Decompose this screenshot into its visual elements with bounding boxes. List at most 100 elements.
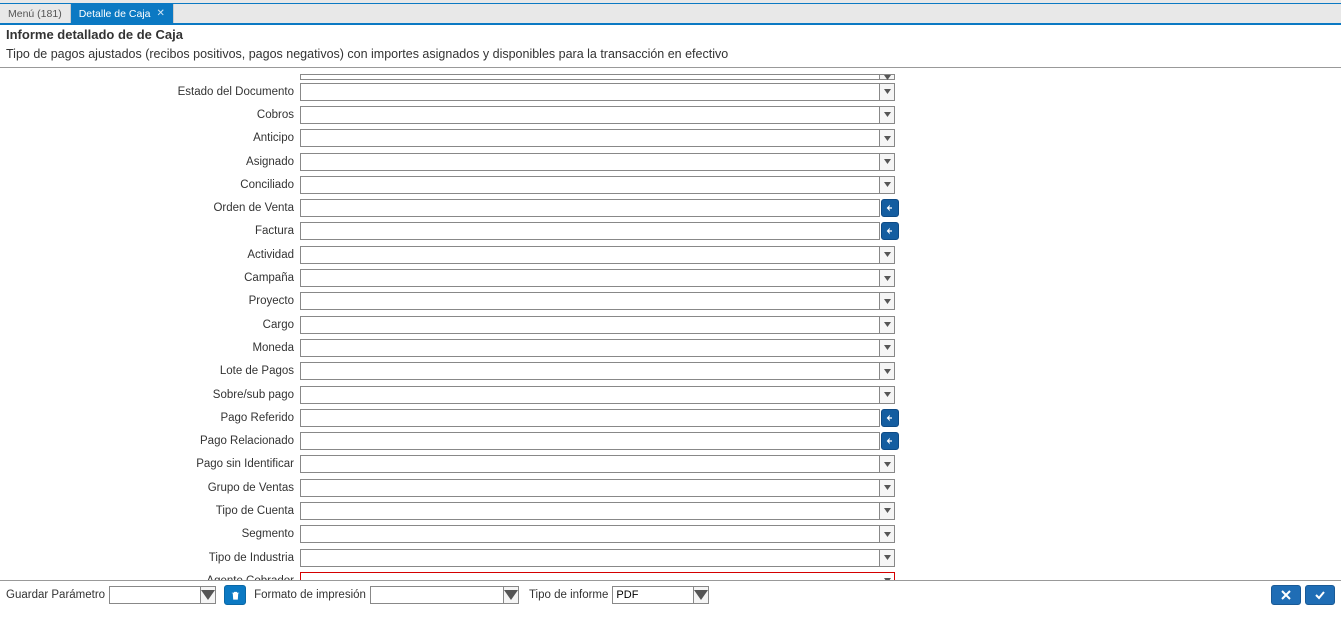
- field-input[interactable]: [300, 269, 880, 287]
- field-input[interactable]: [300, 292, 880, 310]
- confirm-button[interactable]: [1305, 585, 1335, 605]
- delete-button[interactable]: [224, 585, 246, 605]
- form-row: Anticipo: [0, 127, 1341, 150]
- tab-menu-label: Menú (181): [8, 8, 62, 20]
- print-format-label: Formato de impresión: [254, 589, 366, 601]
- form-row: Cargo: [0, 313, 1341, 336]
- field-label: Campaña: [0, 272, 300, 284]
- field-input[interactable]: [300, 525, 880, 543]
- report-type-input[interactable]: [612, 586, 694, 604]
- field-input[interactable]: [300, 129, 880, 147]
- field-input[interactable]: [300, 246, 880, 264]
- field-label: Cargo: [0, 319, 300, 331]
- chevron-down-icon[interactable]: [880, 292, 895, 310]
- field-input[interactable]: [300, 176, 880, 194]
- field-input[interactable]: [300, 74, 880, 80]
- field-label: Anticipo: [0, 132, 300, 144]
- footer-bar: Guardar Parámetro Formato de impresión T…: [0, 581, 1341, 609]
- lookup-button[interactable]: [881, 409, 899, 427]
- chevron-down-icon[interactable]: [880, 502, 895, 520]
- form-scroll-area[interactable]: Tipo de DocumentoEstado del DocumentoCob…: [0, 68, 1341, 580]
- field-input[interactable]: [300, 339, 880, 357]
- chevron-down-icon[interactable]: [880, 525, 895, 543]
- field-input[interactable]: [300, 153, 880, 171]
- field-label: Lote de Pagos: [0, 365, 300, 377]
- field-label: Tipo de Industria: [0, 552, 300, 564]
- form-row: Tipo de Documento: [0, 72, 1341, 80]
- field-input[interactable]: [300, 199, 880, 217]
- print-format-input[interactable]: [370, 586, 504, 604]
- field-input[interactable]: [300, 362, 880, 380]
- chevron-down-icon[interactable]: [880, 455, 895, 473]
- field-input[interactable]: [300, 83, 880, 101]
- field-input[interactable]: [300, 222, 880, 240]
- field-input[interactable]: [300, 432, 880, 450]
- form-row: Grupo de Ventas: [0, 476, 1341, 499]
- lookup-button[interactable]: [881, 222, 899, 240]
- form-row: Orden de Venta: [0, 196, 1341, 219]
- field-label: Tipo de Cuenta: [0, 505, 300, 517]
- field-label: Moneda: [0, 342, 300, 354]
- field-label: Asignado: [0, 156, 300, 168]
- chevron-down-icon[interactable]: [880, 316, 895, 334]
- chevron-down-icon[interactable]: [880, 106, 895, 124]
- chevron-down-icon[interactable]: [880, 362, 895, 380]
- form-row: Conciliado: [0, 173, 1341, 196]
- tab-active-label: Detalle de Caja: [79, 8, 151, 20]
- field-input[interactable]: [300, 572, 895, 580]
- chevron-down-icon[interactable]: [880, 74, 895, 80]
- save-param-dropdown[interactable]: [201, 586, 216, 604]
- form-row: Estado del Documento: [0, 80, 1341, 103]
- field-input[interactable]: [300, 502, 880, 520]
- chevron-down-icon[interactable]: [880, 176, 895, 194]
- chevron-down-icon[interactable]: [880, 386, 895, 404]
- tab-menu[interactable]: Menú (181): [0, 4, 71, 23]
- chevron-down-icon[interactable]: [880, 153, 895, 171]
- chevron-down-icon[interactable]: [880, 549, 895, 567]
- field-label: Pago Relacionado: [0, 435, 300, 447]
- form-row: Segmento: [0, 523, 1341, 546]
- chevron-down-icon[interactable]: [880, 479, 895, 497]
- field-label: Proyecto: [0, 295, 300, 307]
- chevron-down-icon[interactable]: [880, 83, 895, 101]
- field-label: Segmento: [0, 528, 300, 540]
- form-row: Actividad: [0, 243, 1341, 266]
- field-label: Actividad: [0, 249, 300, 261]
- report-type-dropdown[interactable]: [694, 586, 709, 604]
- form-row: Tipo de Cuenta: [0, 499, 1341, 522]
- field-label: Grupo de Ventas: [0, 482, 300, 494]
- field-input[interactable]: [300, 386, 880, 404]
- field-input[interactable]: [300, 549, 880, 567]
- form-row: Tipo de Industria: [0, 546, 1341, 569]
- chevron-down-icon[interactable]: [880, 246, 895, 264]
- x-icon: [1280, 589, 1292, 601]
- field-input[interactable]: [300, 409, 880, 427]
- field-input[interactable]: [300, 106, 880, 124]
- field-input[interactable]: [300, 479, 880, 497]
- field-input[interactable]: [300, 316, 880, 334]
- report-type-label: Tipo de informe: [529, 589, 608, 601]
- trash-icon: [230, 590, 241, 601]
- save-param-input[interactable]: [109, 586, 201, 604]
- tab-detalle-caja[interactable]: Detalle de Caja ✕: [71, 4, 174, 23]
- lookup-button[interactable]: [881, 432, 899, 450]
- close-icon[interactable]: ✕: [157, 8, 165, 19]
- form-row: Asignado: [0, 150, 1341, 173]
- field-label: Pago Referido: [0, 412, 300, 424]
- save-param-label: Guardar Parámetro: [6, 589, 105, 601]
- cancel-button[interactable]: [1271, 585, 1301, 605]
- field-label: Conciliado: [0, 179, 300, 191]
- form-row: Pago sin Identificar: [0, 453, 1341, 476]
- chevron-down-icon[interactable]: [880, 339, 895, 357]
- chevron-down-icon[interactable]: [880, 269, 895, 287]
- field-label: Orden de Venta: [0, 202, 300, 214]
- form-row: Lote de Pagos: [0, 360, 1341, 383]
- field-input[interactable]: [300, 455, 880, 473]
- field-label: Tipo de Documento: [0, 74, 300, 80]
- chevron-down-icon[interactable]: [880, 572, 895, 580]
- chevron-down-icon[interactable]: [880, 129, 895, 147]
- lookup-button[interactable]: [881, 199, 899, 217]
- check-icon: [1314, 589, 1326, 601]
- print-format-dropdown[interactable]: [504, 586, 519, 604]
- form-row: Agente Cobrador: [0, 569, 1341, 580]
